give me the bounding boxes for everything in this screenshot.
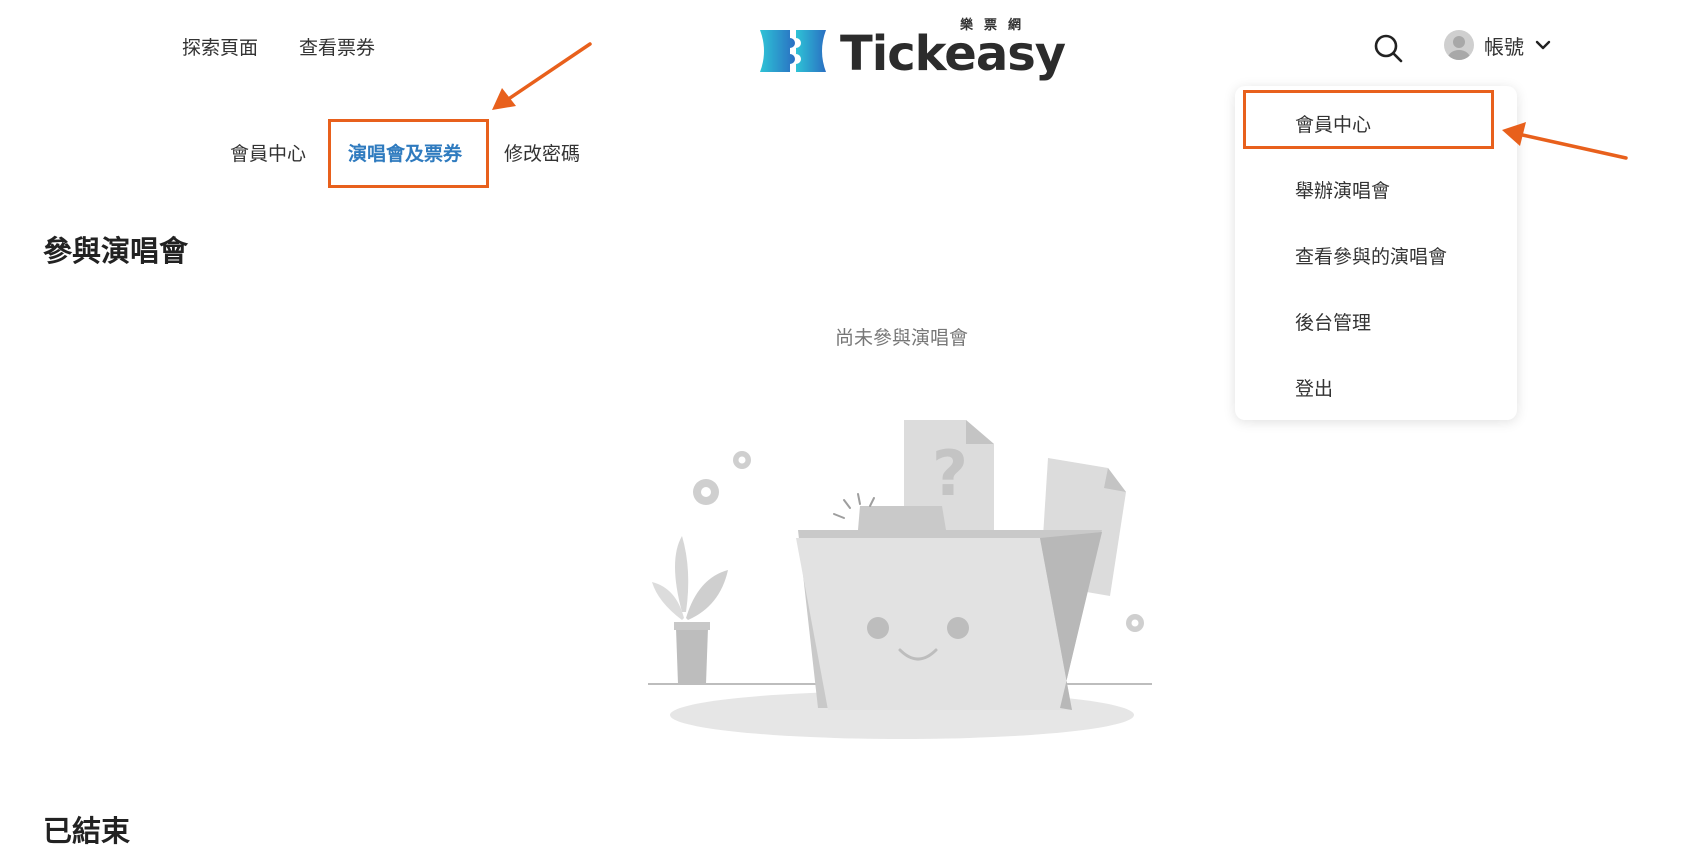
- site-logo[interactable]: 樂票網 Tickeasy: [756, 16, 1066, 82]
- empty-folder-illustration: ?: [648, 420, 1152, 739]
- avatar: [1444, 30, 1474, 60]
- account-menu-toggle[interactable]: 帳號: [1444, 30, 1552, 60]
- account-dropdown-menu: 會員中心 舉辦演唱會 查看參與的演唱會 後台管理 登出: [1235, 86, 1517, 420]
- menu-item-logout[interactable]: 登出: [1295, 374, 1333, 401]
- annotation-arrow-icon: [1502, 122, 1628, 160]
- search-icon[interactable]: [1372, 32, 1404, 64]
- annotation-arrow-icon: [492, 42, 592, 110]
- tab-member-center[interactable]: 會員中心: [230, 138, 306, 170]
- ticket-logo-icon: [760, 30, 826, 72]
- chevron-down-icon: [1535, 40, 1551, 50]
- menu-item-admin[interactable]: 後台管理: [1295, 308, 1371, 335]
- participating-section-title: 參與演唱會: [43, 234, 189, 268]
- top-nav: 探索頁面 查看票券: [182, 30, 375, 66]
- logo-text: Tickeasy: [840, 26, 1066, 82]
- menu-item-my-concerts[interactable]: 查看參與的演唱會: [1295, 242, 1447, 269]
- nav-explore-link[interactable]: 探索頁面: [182, 30, 258, 66]
- nav-tickets-link[interactable]: 查看票券: [299, 30, 375, 66]
- svg-text:?: ?: [932, 437, 968, 510]
- menu-item-member-center[interactable]: 會員中心: [1295, 110, 1371, 137]
- ended-section-title: 已結束: [43, 814, 131, 848]
- member-subnav: 會員中心 演唱會及票券 修改密碼: [230, 138, 580, 170]
- account-label: 帳號: [1484, 34, 1524, 59]
- tab-concerts-tickets[interactable]: 演唱會及票券: [348, 138, 462, 170]
- tab-change-password[interactable]: 修改密碼: [504, 138, 580, 170]
- menu-item-host-concert[interactable]: 舉辦演唱會: [1295, 176, 1390, 203]
